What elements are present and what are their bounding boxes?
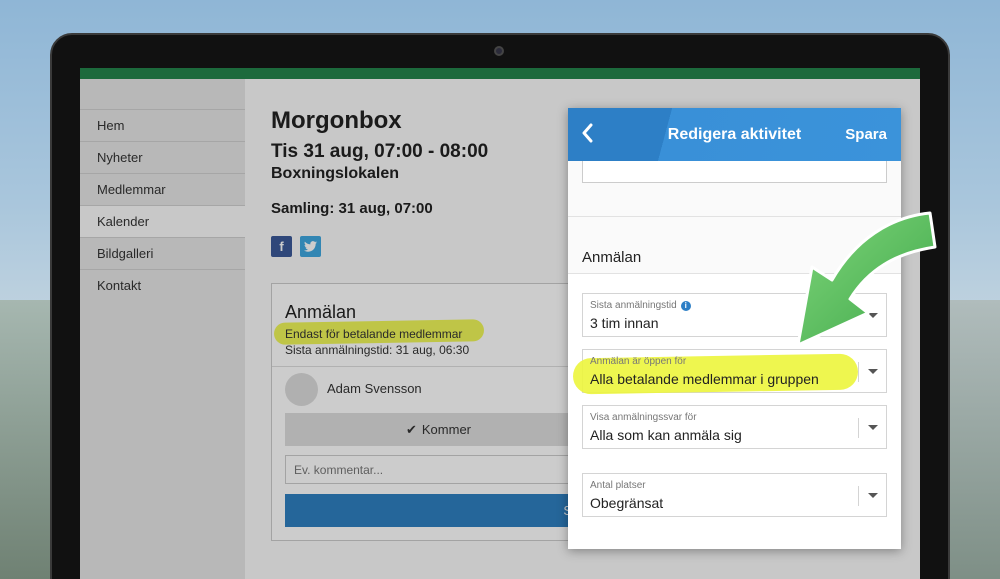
event-date: Tis 31 aug, 07:00 - 08:00 bbox=[271, 141, 489, 162]
event-gathering: Samling: 31 aug, 07:00 bbox=[271, 200, 433, 217]
sidebar-item-bildgalleri[interactable]: Bildgalleri bbox=[80, 237, 245, 269]
field-label: Anmälan är öppen för bbox=[590, 356, 687, 367]
member-name: Adam Svensson bbox=[327, 381, 422, 396]
camera-icon bbox=[494, 46, 504, 56]
field-value: Alla betalande medlemmar i gruppen bbox=[590, 371, 819, 387]
comment-input[interactable]: Ev. kommentar... bbox=[285, 455, 592, 484]
show-responses-select[interactable]: Visa anmälningssvar för Alla som kan anm… bbox=[582, 405, 887, 449]
registration-deadline: Sista anmälningstid: 31 aug, 06:30 bbox=[285, 343, 470, 357]
info-icon[interactable]: i bbox=[680, 300, 691, 311]
chevron-down-icon bbox=[868, 425, 878, 430]
sidebar-item-nyheter[interactable]: Nyheter bbox=[80, 141, 245, 173]
save-button[interactable]: Spara bbox=[845, 108, 887, 161]
check-icon: ✔ bbox=[405, 421, 417, 437]
chevron-down-icon bbox=[868, 493, 878, 498]
divider bbox=[858, 362, 859, 382]
registration-card: Anmälan Endast för betalande medlemmar S… bbox=[271, 283, 592, 541]
field-label: Antal platser bbox=[590, 480, 646, 491]
sidebar: Hem Nyheter Medlemmar Kalender Bildgalle… bbox=[80, 79, 245, 579]
coming-button-label: Kommer bbox=[421, 422, 472, 437]
previous-field[interactable] bbox=[582, 161, 887, 183]
field-value: Obegränsat bbox=[590, 495, 664, 511]
field-value: Alla som kan anmäla sig bbox=[590, 427, 742, 443]
facebook-icon[interactable]: f bbox=[271, 236, 292, 257]
site-top-bar bbox=[80, 68, 920, 79]
event-location: Boxningslokalen bbox=[271, 165, 400, 182]
section-title: Anmälan bbox=[582, 249, 642, 266]
divider bbox=[858, 486, 859, 506]
registration-restriction: Endast för betalande medlemmar bbox=[285, 327, 463, 341]
chevron-left-icon[interactable] bbox=[580, 122, 602, 146]
divider bbox=[272, 366, 592, 367]
avatar bbox=[285, 373, 318, 406]
modal-header: Redigera aktivitet Spara bbox=[568, 108, 901, 161]
send-button[interactable]: S bbox=[285, 494, 592, 527]
field-value: 3 tim innan bbox=[590, 315, 659, 331]
field-label: Sista anmälningstid bbox=[590, 300, 677, 311]
sidebar-item-kalender[interactable]: Kalender bbox=[80, 205, 245, 237]
field-label: Visa anmälningssvar för bbox=[590, 412, 697, 423]
registration-title: Anmälan bbox=[285, 302, 357, 322]
open-for-select[interactable]: Anmälan är öppen för Alla betalande medl… bbox=[572, 349, 887, 395]
chevron-down-icon bbox=[868, 369, 878, 374]
sidebar-item-kontakt[interactable]: Kontakt bbox=[80, 269, 245, 301]
event-title: Morgonbox bbox=[271, 107, 402, 134]
sidebar-item-medlemmar[interactable]: Medlemmar bbox=[80, 173, 245, 205]
spots-select[interactable]: Antal platser Obegränsat bbox=[582, 473, 887, 517]
curved-arrow-icon bbox=[796, 211, 937, 347]
coming-button[interactable]: ✔ Kommer bbox=[285, 413, 592, 446]
divider bbox=[858, 418, 859, 438]
sidebar-item-hem[interactable]: Hem bbox=[80, 109, 245, 141]
twitter-icon[interactable] bbox=[300, 236, 321, 257]
